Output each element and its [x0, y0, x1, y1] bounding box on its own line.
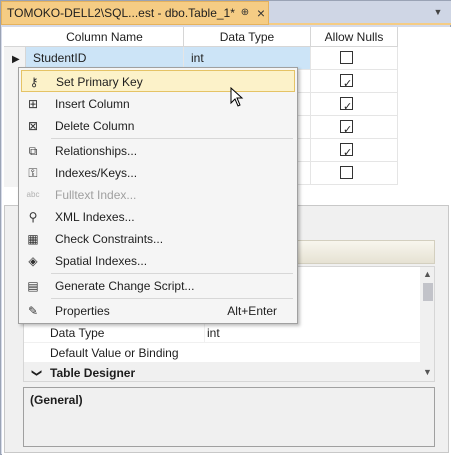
- property-row[interactable]: Data Type int: [24, 323, 420, 343]
- tab-list-dropdown-icon[interactable]: ▼: [433, 7, 443, 17]
- key-icon: ⚷: [29, 75, 39, 89]
- menu-item-label: Check Constraints...: [55, 232, 164, 246]
- collapse-chevron-icon[interactable]: ❯: [26, 369, 46, 377]
- column-header-nulls[interactable]: Allow Nulls: [311, 27, 398, 47]
- allow-nulls-cell[interactable]: [311, 162, 398, 184]
- scroll-up-icon[interactable]: ▲: [423, 269, 432, 279]
- menu-item-insert-column[interactable]: ⊞ Insert Column: [21, 93, 295, 115]
- property-row[interactable]: Default Value or Binding: [24, 343, 420, 363]
- menu-item-label: Generate Change Script...: [55, 279, 195, 293]
- mouse-cursor-icon: [230, 87, 244, 107]
- menu-item-spatial-indexes[interactable]: ◈ Spatial Indexes...: [21, 250, 295, 272]
- allow-nulls-cell[interactable]: [311, 47, 398, 69]
- menu-item-label: Spatial Indexes...: [55, 254, 148, 268]
- allow-nulls-checkbox[interactable]: ✓: [340, 120, 353, 136]
- scrollbar-thumb[interactable]: [423, 283, 433, 301]
- pin-icon[interactable]: ⊕: [238, 6, 252, 20]
- property-description: (General): [23, 387, 435, 447]
- menu-separator: [51, 138, 293, 139]
- menu-item-xml-indexes[interactable]: ⚲ XML Indexes...: [21, 206, 295, 228]
- property-name: Data Type: [50, 326, 105, 340]
- menu-item-relationships[interactable]: ⧉ Relationships...: [21, 140, 295, 162]
- designer-content: Column Name Data Type Allow Nulls ▶ Stud…: [2, 27, 451, 455]
- property-name: Default Value or Binding: [50, 346, 179, 360]
- insert-column-icon: ⊞: [27, 97, 39, 111]
- menu-item-label: Relationships...: [55, 144, 138, 158]
- allow-nulls-cell[interactable]: ✓: [311, 139, 398, 161]
- checkmark-icon: ✓: [343, 147, 353, 159]
- allow-nulls-checkbox[interactable]: ✓: [340, 143, 353, 159]
- allow-nulls-cell[interactable]: ✓: [311, 93, 398, 115]
- allow-nulls-cell[interactable]: ✓: [311, 116, 398, 138]
- checkmark-icon: ✓: [343, 78, 353, 90]
- fulltext-icon: abc: [26, 190, 40, 199]
- checkmark-icon: ✓: [343, 101, 353, 113]
- column-name-cell[interactable]: StudentID: [26, 47, 184, 69]
- menu-item-label: Set Primary Key: [56, 75, 143, 89]
- wrench-icon: ✎: [27, 304, 39, 318]
- menu-item-label: XML Indexes...: [55, 210, 135, 224]
- document-tab-strip: TOMOKO-DELL2\SQL...est - dbo.Table_1* ⊕ …: [1, 1, 451, 25]
- script-icon: ▤: [27, 279, 39, 293]
- allow-nulls-checkbox[interactable]: [340, 166, 353, 179]
- column-header-type[interactable]: Data Type: [184, 27, 311, 47]
- menu-item-fulltext-index: abc Fulltext Index...: [21, 184, 295, 206]
- menu-separator: [51, 298, 293, 299]
- menu-item-label: Insert Column: [55, 97, 130, 111]
- menu-item-delete-column[interactable]: ⊠ Delete Column: [21, 115, 295, 137]
- category-name: Table Designer: [50, 366, 136, 380]
- menu-separator: [51, 273, 293, 274]
- allow-nulls-checkbox[interactable]: ✓: [340, 74, 353, 90]
- delete-column-icon: ⊠: [27, 119, 39, 133]
- description-title: (General): [30, 393, 83, 407]
- scroll-down-icon[interactable]: ▼: [423, 367, 432, 377]
- property-scrollbar[interactable]: ▲ ▼: [420, 267, 434, 381]
- allow-nulls-checkbox[interactable]: ✓: [340, 97, 353, 113]
- spatial-indexes-icon: ◈: [28, 254, 38, 268]
- menu-item-properties[interactable]: ✎ Properties Alt+Enter: [21, 300, 295, 322]
- grid-header: Column Name Data Type Allow Nulls: [4, 27, 398, 47]
- menu-item-label: Fulltext Index...: [55, 188, 137, 202]
- indexes-icon: ⚿: [28, 166, 38, 180]
- check-constraints-icon: ▦: [27, 232, 39, 246]
- column-context-menu: ⚷ Set Primary Key ⊞ Insert Column ⊠ Dele…: [18, 67, 298, 324]
- xml-indexes-icon: ⚲: [28, 210, 38, 224]
- checkmark-icon: ✓: [343, 124, 353, 136]
- close-icon[interactable]: ×: [254, 5, 268, 21]
- menu-item-indexes-keys[interactable]: ⚿ Indexes/Keys...: [21, 162, 295, 184]
- allow-nulls-cell[interactable]: ✓: [311, 70, 398, 92]
- menu-item-check-constraints[interactable]: ▦ Check Constraints...: [21, 228, 295, 250]
- data-type-cell[interactable]: int: [184, 47, 311, 69]
- current-row-indicator-icon: ▶: [12, 54, 20, 65]
- tab-title: TOMOKO-DELL2\SQL...est - dbo.Table_1*: [7, 6, 235, 20]
- allow-nulls-checkbox[interactable]: [340, 51, 353, 64]
- property-category[interactable]: ❯ Table Designer: [24, 363, 420, 381]
- table-designer-window: TOMOKO-DELL2\SQL...est - dbo.Table_1* ⊕ …: [0, 0, 451, 455]
- menu-item-label: Indexes/Keys...: [55, 166, 138, 180]
- column-header-name[interactable]: Column Name: [26, 27, 184, 47]
- menu-item-set-primary-key[interactable]: ⚷ Set Primary Key: [21, 70, 295, 92]
- menu-item-label: Properties: [55, 304, 110, 318]
- menu-item-generate-change-script[interactable]: ▤ Generate Change Script...: [21, 275, 295, 297]
- menu-item-label: Delete Column: [55, 119, 135, 133]
- property-value[interactable]: int: [204, 323, 414, 343]
- relationships-icon: ⧉: [28, 144, 38, 158]
- menu-item-shortcut: Alt+Enter: [227, 304, 277, 318]
- document-tab[interactable]: TOMOKO-DELL2\SQL...est - dbo.Table_1* ⊕ …: [1, 1, 269, 25]
